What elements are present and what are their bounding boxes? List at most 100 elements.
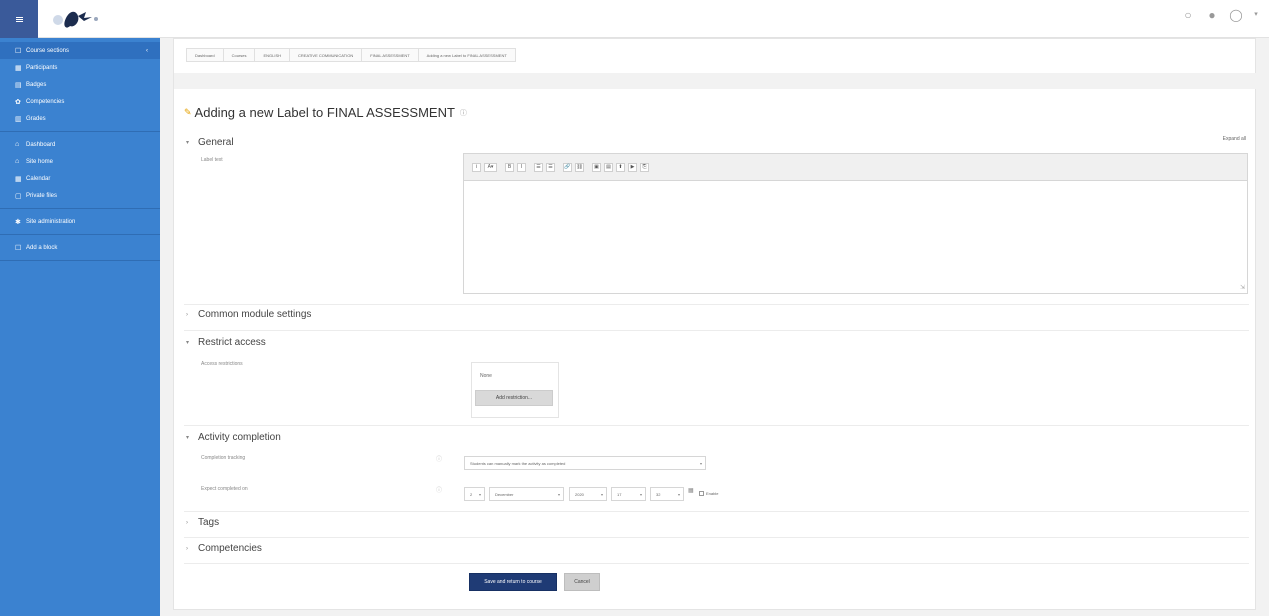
sidebar-item-site-administration[interactable]: ✱ Site administration bbox=[0, 213, 160, 230]
expand-icon: › bbox=[186, 519, 188, 526]
section-divider bbox=[184, 537, 1249, 538]
section-common-module-settings[interactable]: › Common module settings bbox=[186, 309, 311, 320]
completion-tracking-label: Completion tracking bbox=[201, 455, 246, 461]
checkbox[interactable] bbox=[699, 491, 704, 496]
sidebar-item-label: Add a block bbox=[26, 244, 58, 251]
page-title: ✎ Adding a new Label to FINAL ASSESSMENT… bbox=[184, 105, 467, 120]
toolbar-button-icon[interactable]: ▶ bbox=[628, 162, 637, 172]
sidebar-item-label: Badges bbox=[26, 81, 47, 88]
sidebar-item-add-a-block[interactable]: ☐ Add a block bbox=[0, 239, 160, 256]
section-competencies-title: Competencies bbox=[198, 543, 262, 554]
sidebar-item-competencies[interactable]: ✿ Competencies bbox=[0, 93, 160, 110]
minute-select[interactable]: 32 ▾ bbox=[650, 487, 684, 501]
dropdown-arrow-icon: ▾ bbox=[600, 491, 603, 497]
user-avatar-icon[interactable]: ◯ bbox=[1229, 8, 1243, 22]
sidebar-item-private-files[interactable]: ▢ Private files bbox=[0, 187, 160, 204]
section-restrict-access[interactable]: ▾ Restrict access bbox=[186, 337, 266, 348]
toolbar-button-icon[interactable]: ⬆ bbox=[616, 162, 625, 172]
sidebar-item-label: Course sections bbox=[26, 47, 70, 54]
section-general[interactable]: ▾ General bbox=[186, 137, 234, 148]
toolbar-button-icon[interactable]: I bbox=[517, 162, 526, 172]
toolbar-button-icon[interactable]: i bbox=[472, 162, 481, 172]
section-divider bbox=[184, 330, 1249, 331]
sidebar-item-icon: ▤ bbox=[15, 81, 22, 89]
sidebar-item-icon: ☐ bbox=[15, 244, 22, 252]
help-icon[interactable]: ⓘ bbox=[436, 454, 442, 463]
section-tags-title: Tags bbox=[198, 517, 220, 528]
year-value: 2020 bbox=[575, 491, 584, 497]
breadcrumb-item[interactable]: Dashboard bbox=[187, 49, 224, 61]
chat-icon[interactable]: ○ bbox=[1181, 8, 1195, 22]
help-icon[interactable]: ⓘ bbox=[460, 108, 467, 118]
breadcrumb-item[interactable]: FINAL ASSESSMENT bbox=[362, 49, 419, 61]
hour-value: 17 bbox=[617, 491, 622, 497]
site-logo[interactable] bbox=[48, 6, 108, 32]
enable-checkbox[interactable]: Enable bbox=[699, 491, 718, 496]
expand-all-link[interactable]: Expand all bbox=[1223, 136, 1246, 142]
sidebar-item-icon: ▦ bbox=[15, 175, 22, 183]
toolbar-button-icon[interactable]: ⎘ bbox=[640, 162, 649, 172]
card-divider bbox=[174, 73, 1257, 89]
dropdown-arrow-icon: ▾ bbox=[639, 491, 642, 497]
sidebar-group: ☐ Course sections ‹ ▦ Participants ▤ Badges ✿ Co… bbox=[0, 38, 160, 132]
toolbar-button-icon[interactable]: ☰ bbox=[546, 162, 555, 172]
section-divider bbox=[184, 304, 1249, 305]
resize-handle-icon[interactable]: ⇲ bbox=[1240, 284, 1245, 291]
month-value: December bbox=[495, 491, 514, 497]
toolbar-button-icon[interactable]: B bbox=[505, 162, 514, 172]
section-tags[interactable]: › Tags bbox=[186, 517, 219, 528]
breadcrumb: Dashboard Courses ENGLISH CREATIVE COMMUNIC… bbox=[186, 48, 516, 62]
completion-tracking-select[interactable]: Students can manually mark the activity … bbox=[464, 456, 706, 470]
toolbar-button-icon[interactable]: A▾ bbox=[484, 162, 497, 172]
sidebar-item-label: Participants bbox=[26, 64, 58, 71]
sidebar-item-course-sections[interactable]: ☐ Course sections ‹ bbox=[0, 42, 160, 59]
sidebar-group: ✱ Site administration bbox=[0, 209, 160, 235]
toolbar-button-icon[interactable]: ▣ bbox=[592, 162, 601, 172]
section-competencies[interactable]: › Competencies bbox=[186, 543, 262, 554]
completion-tracking-value: Students can manually mark the activity … bbox=[470, 460, 566, 466]
sidebar-item-label: Private files bbox=[26, 192, 58, 199]
pencil-icon: ✎ bbox=[184, 107, 192, 117]
sidebar-item-participants[interactable]: ▦ Participants bbox=[0, 59, 160, 76]
bell-icon[interactable]: ● bbox=[1205, 8, 1219, 22]
breadcrumb-item[interactable]: ENGLISH bbox=[255, 49, 291, 61]
hour-select[interactable]: 17 ▾ bbox=[611, 487, 646, 501]
year-select[interactable]: 2020 ▾ bbox=[569, 487, 607, 501]
collapse-icon: ▾ bbox=[186, 340, 190, 346]
dropdown-arrow-icon: ▾ bbox=[677, 491, 680, 497]
menu-toggle-button[interactable] bbox=[0, 0, 38, 38]
breadcrumb-item[interactable]: CREATIVE COMMUNICATION bbox=[290, 49, 363, 61]
toolbar-button-icon[interactable]: 🔗 bbox=[563, 162, 572, 172]
sidebar-item-icon: ☐ bbox=[15, 47, 22, 55]
month-select[interactable]: December ▾ bbox=[489, 487, 564, 501]
help-icon[interactable]: ⓘ bbox=[436, 485, 442, 494]
collapse-icon: ▾ bbox=[186, 435, 190, 441]
sidebar-item-site-home[interactable]: ⌂ Site home bbox=[0, 153, 160, 170]
sidebar-item-label: Dashboard bbox=[26, 141, 56, 148]
expand-icon: › bbox=[186, 545, 188, 552]
chevron-down-icon[interactable]: ▾ bbox=[1253, 8, 1259, 22]
sidebar-item-icon: ✿ bbox=[15, 98, 21, 106]
sidebar-item-calendar[interactable]: ▦ Calendar bbox=[0, 170, 160, 187]
toolbar-button-icon[interactable]: ⛓ bbox=[575, 162, 584, 172]
sidebar-item-badges[interactable]: ▤ Badges bbox=[0, 76, 160, 93]
toolbar-button-icon[interactable]: ☰ bbox=[534, 162, 543, 172]
dropdown-arrow-icon: ▾ bbox=[699, 460, 702, 466]
save-and-return-button[interactable]: Save and return to course bbox=[469, 573, 557, 591]
calendar-icon[interactable]: ▦ bbox=[688, 487, 694, 494]
enable-label: Enable bbox=[706, 491, 719, 496]
cancel-button[interactable]: Cancel bbox=[564, 573, 600, 591]
add-restriction-button[interactable]: Add restriction... bbox=[475, 390, 553, 406]
label-text-editor[interactable]: i A▾ B I ☰ ☰ 🔗 ⛓ ▣ ▤ ⬆ ▶ ⎘ ⇲ bbox=[463, 153, 1248, 294]
label-text-label: Label text bbox=[201, 157, 223, 163]
breadcrumb-item[interactable]: Courses bbox=[224, 49, 256, 61]
sidebar-item-dashboard[interactable]: ⌂ Dashboard bbox=[0, 136, 160, 153]
day-select[interactable]: 2 ▾ bbox=[464, 487, 485, 501]
sidebar-item-grades[interactable]: ▥ Grades bbox=[0, 110, 160, 127]
sidebar-item-label: Grades bbox=[26, 115, 46, 122]
toolbar-button-icon[interactable]: ▤ bbox=[604, 162, 613, 172]
sidebar-item-icon: ▥ bbox=[15, 115, 22, 123]
sidebar-group: ☐ Add a block bbox=[0, 235, 160, 261]
section-activity-completion[interactable]: ▾ Activity completion bbox=[186, 432, 281, 443]
collapse-icon: ▾ bbox=[186, 140, 190, 146]
